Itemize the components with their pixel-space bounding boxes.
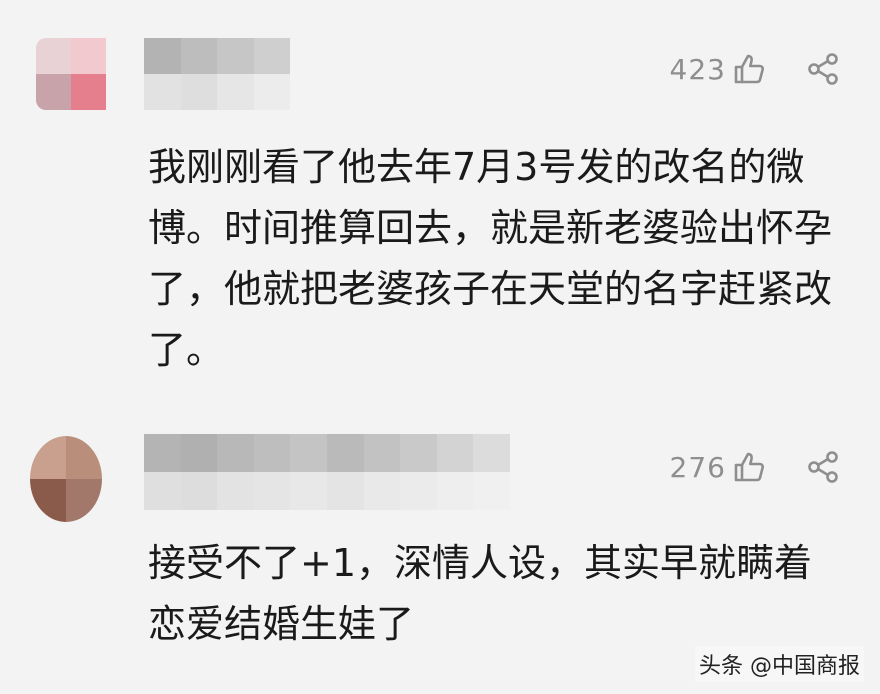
comment-item: 423 我刚刚看了他去年7月3号发的改名的微 博。时间推算回去，就是新老婆验出怀… <box>0 0 880 420</box>
avatar[interactable] <box>36 38 106 110</box>
comment-text: 我刚刚看了他去年7月3号发的改名的微 博。时间推算回去，就是新老婆验出怀孕 了，… <box>148 145 833 372</box>
share-icon[interactable] <box>806 52 840 86</box>
like-count: 276 <box>669 450 726 484</box>
username-blurred[interactable] <box>144 434 510 510</box>
comment-text: 接受不了+1，深情人设，其实早就瞒着 恋爱结婚生娃了 <box>148 541 813 646</box>
avatar[interactable] <box>30 436 102 522</box>
share-icon[interactable] <box>806 450 840 484</box>
like-count: 423 <box>669 52 726 86</box>
comment-actions: 423 <box>670 52 840 86</box>
watermark: 头条 @中国商报 <box>695 646 864 682</box>
thumbs-up-icon[interactable] <box>732 450 766 484</box>
comment-actions: 276 <box>670 450 840 484</box>
thumbs-up-icon[interactable] <box>732 52 766 86</box>
username-blurred[interactable] <box>144 38 290 110</box>
